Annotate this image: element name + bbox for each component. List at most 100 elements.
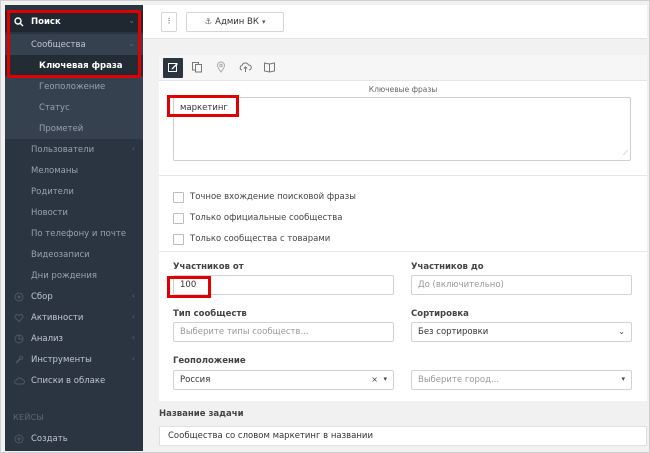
app-window: Поиск ⌄ Сообщества ⌄ Ключевая фраза Геоп… (0, 0, 650, 453)
more-button[interactable]: ⁝ (161, 12, 177, 32)
members-to-placeholder: До (включительно) (418, 280, 504, 290)
admin-account-dropdown[interactable]: ⚓ Админ ВК ▾ (186, 12, 284, 32)
keywords-textarea[interactable]: маркетинг ⟋ (173, 97, 631, 161)
sidebar-item-analysis[interactable]: Анализ ‹ (5, 328, 143, 349)
wrench-icon (13, 354, 25, 366)
sidebar-item-search[interactable]: Поиск ⌄ (5, 11, 143, 32)
sidebar-item-communities[interactable]: Сообщества ⌄ (5, 34, 143, 55)
sidebar-item-label: Прометей (39, 123, 84, 134)
sidebar-item-activity[interactable]: Активности ‹ (5, 307, 143, 328)
sidebar-item-keyphrase[interactable]: Ключевая фраза (5, 55, 143, 76)
city-placeholder: Выберите город... (418, 375, 500, 385)
clear-icon[interactable]: × (371, 375, 378, 384)
checkbox-box[interactable] (173, 233, 184, 245)
chevron-down-icon: ⌄ (128, 39, 135, 48)
community-type-select[interactable]: Выберите типы сообществ... (173, 322, 394, 342)
tab-upload[interactable] (235, 58, 255, 78)
sidebar: Поиск ⌄ Сообщества ⌄ Ключевая фраза Геоп… (5, 5, 143, 451)
tab-location[interactable] (211, 58, 231, 78)
more-icon: ⁝ (167, 17, 171, 27)
sidebar-item-label: Ключевая фраза (39, 60, 123, 71)
sidebar-item-label: Дни рождения (31, 270, 97, 281)
section-divider (159, 175, 647, 176)
chevron-down-icon: ⌄ (618, 327, 625, 336)
members-from-value: 100 (180, 280, 197, 290)
top-bar: ⁝ ⚓ Админ ВК ▾ (143, 5, 647, 39)
sidebar-section-label: КЕЙСЫ (13, 413, 44, 422)
sidebar-item-status[interactable]: Статус (5, 97, 143, 118)
book-icon (263, 61, 276, 76)
sidebar-item-label: Создать (31, 433, 68, 444)
sort-label: Сортировка (411, 309, 469, 319)
checkbox-with-goods[interactable]: Только сообщества с товарами (173, 232, 330, 246)
sidebar-item-label: Родители (31, 186, 74, 197)
tool-tabs (159, 55, 647, 81)
plus-circle-icon (13, 433, 25, 445)
sidebar-item-cloud-lists[interactable]: Списки в облаке (5, 370, 143, 391)
anchor-icon: ⚓ (204, 17, 213, 27)
tab-edit[interactable] (163, 58, 183, 78)
task-name-value: Сообщества со словом маркетинг в названи… (168, 431, 373, 441)
tab-copy[interactable] (187, 58, 207, 78)
task-name-input[interactable]: Сообщества со словом маркетинг в названи… (159, 426, 647, 446)
sidebar-item-label: Статус (39, 102, 70, 113)
sidebar-item-tools[interactable]: Инструменты ‹ (5, 349, 143, 370)
sidebar-item-parents[interactable]: Родители (5, 181, 143, 202)
sort-value: Без сортировки (418, 327, 489, 337)
chart-icon (13, 333, 25, 345)
sidebar-item-prometheus[interactable]: Прометей (5, 118, 143, 139)
sidebar-item-label: Пользователи (31, 144, 95, 155)
sidebar-item-label: Видеозаписи (31, 249, 90, 260)
cloud-icon (13, 375, 25, 387)
checkbox-label: Только официальные сообщества (190, 213, 343, 223)
checkbox-box[interactable] (173, 212, 184, 224)
map-pin-icon (215, 61, 227, 76)
community-type-label: Тип сообществ (173, 309, 247, 319)
sidebar-item-create[interactable]: Создать (5, 428, 143, 449)
checkbox-box[interactable] (173, 191, 184, 203)
task-name-label: Название задачи (159, 409, 244, 419)
members-to-input[interactable]: До (включительно) (411, 275, 632, 295)
keywords-label: Ключевые фразы (368, 85, 438, 94)
resize-handle-icon[interactable]: ⟋ (623, 149, 628, 158)
country-select[interactable]: Россия × ▾ (173, 370, 394, 390)
sidebar-item-label: Сбор (31, 291, 53, 302)
chevron-left-icon: ‹ (131, 312, 135, 321)
sidebar-item-videos[interactable]: Видеозаписи (5, 244, 143, 265)
members-from-input[interactable]: 100 (173, 275, 394, 295)
chevron-left-icon: ‹ (131, 333, 135, 342)
copy-icon (191, 61, 203, 76)
checkbox-label: Только сообщества с товарами (190, 234, 331, 244)
sidebar-item-collect[interactable]: Сбор ‹ (5, 286, 143, 307)
community-type-placeholder: Выберите типы сообществ... (180, 327, 309, 337)
sidebar-item-users[interactable]: Пользователи ‹ (5, 139, 143, 160)
target-icon (13, 291, 25, 303)
chevron-left-icon: ‹ (131, 144, 135, 153)
edit-icon (167, 61, 179, 76)
sidebar-item-phone-email[interactable]: По телефону и почте (5, 223, 143, 244)
cloud-upload-icon (239, 61, 252, 76)
chevron-left-icon: ‹ (131, 354, 135, 363)
heart-icon (13, 312, 25, 324)
sort-select[interactable]: Без сортировки ⌄ (411, 322, 632, 342)
caret-down-icon: ▾ (621, 375, 625, 383)
chevron-down-icon: ⌄ (128, 16, 135, 25)
sidebar-item-label: Новости (31, 207, 68, 218)
sidebar-item-label: Активности (31, 312, 84, 323)
checkbox-official-only[interactable]: Только официальные сообщества (173, 211, 342, 225)
city-select[interactable]: Выберите город... ▾ (411, 370, 632, 390)
country-value: Россия (180, 375, 211, 385)
tab-book[interactable] (259, 58, 279, 78)
sidebar-item-birthdays[interactable]: Дни рождения (5, 265, 143, 286)
sidebar-item-geolocation[interactable]: Геоположение (5, 76, 143, 97)
sidebar-item-news[interactable]: Новости (5, 202, 143, 223)
caret-down-icon: ▾ (383, 375, 387, 383)
sidebar-item-label: Анализ (31, 333, 64, 344)
checkbox-exact-match[interactable]: Точное вхождение поисковой фразы (173, 190, 356, 204)
sidebar-item-label: Геоположение (39, 81, 106, 92)
sidebar-item-music-lovers[interactable]: Меломаны (5, 160, 143, 181)
chevron-left-icon: ‹ (131, 291, 135, 300)
sidebar-item-label: Инструменты (31, 354, 92, 365)
sidebar-item-label: Поиск (31, 16, 61, 27)
members-to-label: Участников до (411, 262, 484, 272)
